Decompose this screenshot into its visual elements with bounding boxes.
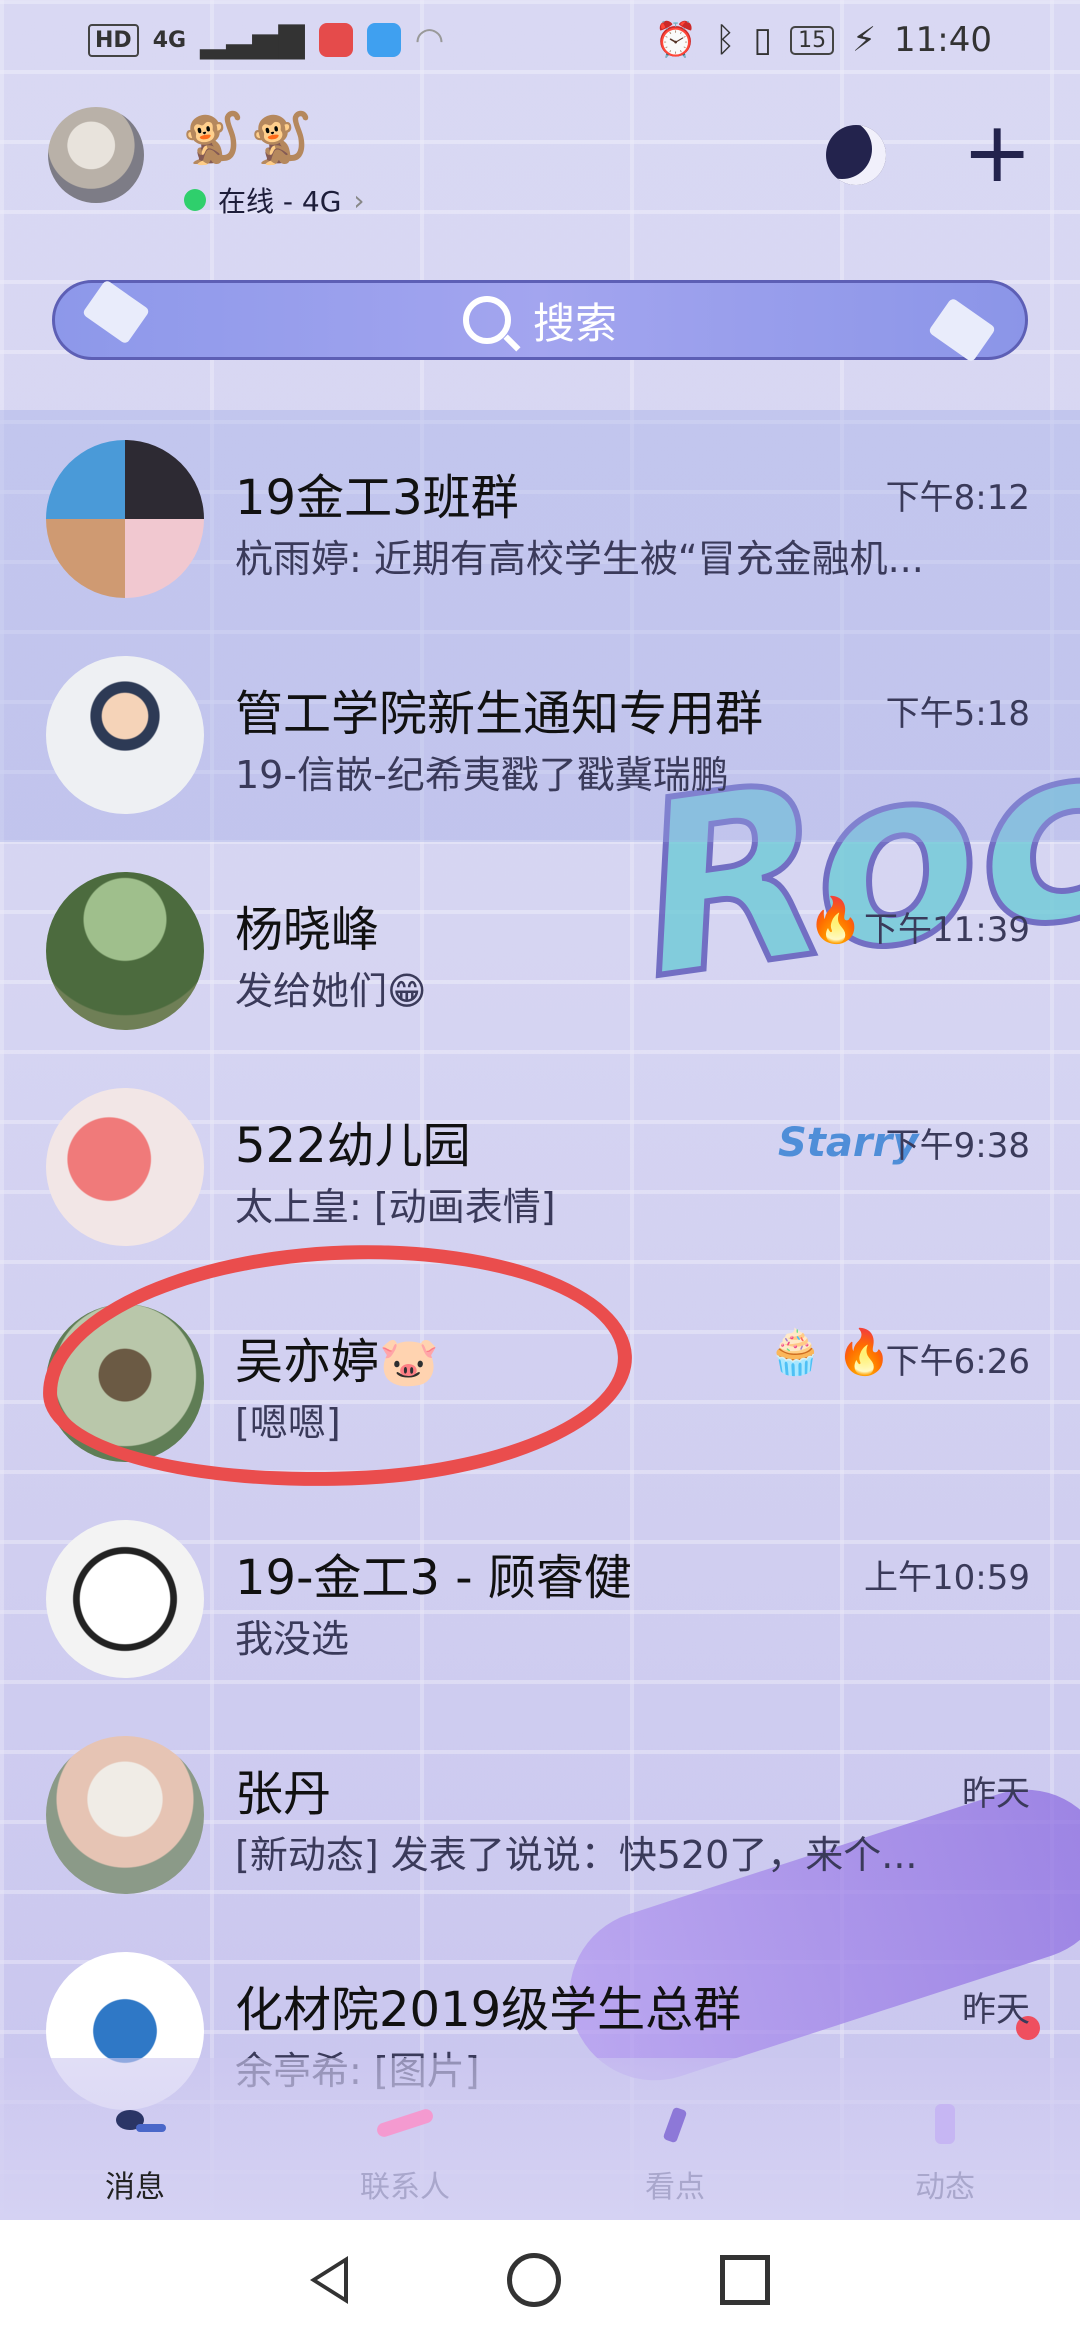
wifi-icon: ◠ xyxy=(414,20,445,60)
chat-time: 昨天 xyxy=(962,1774,1030,1814)
chat-time: 上午10:59 xyxy=(864,1558,1030,1598)
my-avatar[interactable] xyxy=(48,107,144,203)
vibrate-icon: ▯ xyxy=(753,20,773,60)
tab-messages[interactable]: 消息 xyxy=(0,2058,270,2220)
battery-icon: 15 xyxy=(790,25,835,55)
chat-name: 522幼儿园 xyxy=(235,1118,471,1174)
chat-preview: 我没选 xyxy=(235,1617,350,1661)
nickname[interactable]: 🐒🐒 xyxy=(182,109,319,168)
chat-avatar xyxy=(46,440,204,598)
chat-row[interactable]: 19-金工3 - 顾睿健 我没选 上午10:59 xyxy=(0,1490,1080,1706)
status-bar: HD 4G ▂▃▅▇ ◠ ⏰ ᛒ ▯ 15 ⚡ 11:40 xyxy=(0,0,1080,80)
chat-row[interactable]: 19金工3班群 杭雨婷: 近期有高校学生被“冒充金融机... 下午8:12 xyxy=(0,410,1080,626)
chat-avatar xyxy=(46,1736,204,1894)
chat-row[interactable]: 管工学院新生通知专用群 19-信嵌-纪希夷戳了戳冀瑞鹏 下午5:18 xyxy=(0,626,1080,842)
clock: 11:40 xyxy=(894,20,992,60)
streak-badges: 🧁 🔥 xyxy=(768,1327,892,1378)
chat-preview: [嗯嗯] xyxy=(235,1401,341,1445)
chat-preview: 发给她们😁 xyxy=(235,969,427,1013)
search-icon xyxy=(462,296,511,344)
chat-avatar xyxy=(46,872,204,1030)
chat-avatar xyxy=(46,1520,204,1678)
online-dot-icon xyxy=(184,189,206,211)
search-decoration-left xyxy=(81,279,151,345)
status-right: ⏰ ᛒ ▯ 15 ⚡ 11:40 xyxy=(655,20,992,60)
fire-icon: 🔥 xyxy=(808,895,863,946)
chat-avatar xyxy=(46,656,204,814)
night-mode-icon[interactable] xyxy=(826,125,886,185)
search-decoration-right xyxy=(927,297,997,363)
add-icon[interactable]: + xyxy=(962,110,1032,194)
online-status-text: 在线 - 4G xyxy=(218,185,342,218)
chat-row[interactable]: 杨晓峰 发给她们😁 🔥 下午11:39 xyxy=(0,842,1080,1058)
chat-time: 下午9:38 xyxy=(885,1126,1030,1166)
chat-row[interactable]: 吴亦婷🐷 [嗯嗯] 🧁 🔥 下午6:26 xyxy=(0,1274,1080,1490)
back-icon[interactable] xyxy=(309,2256,348,2304)
chat-list: 19金工3班群 杭雨婷: 近期有高校学生被“冒充金融机... 下午8:12 管工… xyxy=(0,410,1080,2138)
chat-time: 下午8:12 xyxy=(885,478,1030,518)
chat-row[interactable]: 张丹 [新动态] 发表了说说：快520了，来个... 昨天 xyxy=(0,1706,1080,1922)
tab-contacts[interactable]: 联系人 xyxy=(270,2058,540,2220)
recent-apps-icon[interactable] xyxy=(720,2255,771,2305)
tab-label: 动态 xyxy=(915,2170,975,2205)
bluetooth-icon: ᛒ xyxy=(715,20,736,60)
chat-name: 19-金工3 - 顾睿健 xyxy=(235,1550,632,1606)
chat-preview: 杭雨婷: 近期有高校学生被“冒充金融机... xyxy=(235,537,924,581)
hd-icon: HD xyxy=(88,23,139,57)
search-bar[interactable]: 搜索 xyxy=(52,279,1028,363)
chat-name: 杨晓峰 xyxy=(235,902,380,958)
chat-time: 下午6:26 xyxy=(885,1342,1030,1382)
bottom-tab-bar: 消息 联系人 看点 动态 xyxy=(0,2058,1080,2220)
chat-avatar xyxy=(46,1088,204,1246)
chat-avatar xyxy=(46,1304,204,1462)
alarm-icon: ⏰ xyxy=(654,20,698,60)
header: 🐒🐒 在线 - 4G › + xyxy=(0,95,1080,225)
signal-icon: ▂▃▅▇ xyxy=(200,20,305,60)
charging-icon: ⚡ xyxy=(852,20,877,60)
chat-row[interactable]: 522幼儿园 太上皇: [动画表情] Starry 下午9:38 xyxy=(0,1058,1080,1274)
chat-name: 张丹 xyxy=(235,1766,332,1822)
app-red-icon xyxy=(318,23,353,57)
tab-discover[interactable]: 看点 xyxy=(540,2058,810,2220)
online-status[interactable]: 在线 - 4G › xyxy=(184,180,365,220)
chat-name: 19金工3班群 xyxy=(235,470,519,526)
home-icon[interactable] xyxy=(506,2253,561,2307)
chat-time: 昨天 xyxy=(962,1990,1030,2030)
chat-name: 吴亦婷🐷 xyxy=(235,1334,439,1390)
tab-label: 联系人 xyxy=(360,2170,450,2205)
chat-name: 管工学院新生通知专用群 xyxy=(235,686,764,742)
chat-name: 化材院2019级学生总群 xyxy=(235,1982,742,2038)
app-blue-icon xyxy=(366,23,401,57)
spray-icon xyxy=(663,2107,687,2143)
skateboard-icon xyxy=(377,2109,433,2137)
network-type: 4G xyxy=(152,27,187,53)
tab-label: 看点 xyxy=(645,2170,705,2205)
messages-icon xyxy=(116,2110,166,2132)
chevron-right-icon: › xyxy=(353,183,365,217)
chat-preview: [新动态] 发表了说说：快520了，来个... xyxy=(235,1833,918,1877)
tab-label: 消息 xyxy=(105,2170,165,2205)
system-nav-bar xyxy=(0,2220,1080,2340)
status-left: HD 4G ▂▃▅▇ ◠ xyxy=(88,20,444,60)
chat-preview: 19-信嵌-纪希夷戳了戳冀瑞鹏 xyxy=(235,753,729,797)
tab-moments[interactable]: 动态 xyxy=(810,2058,1080,2220)
chat-preview: 太上皇: [动画表情] xyxy=(235,1185,556,1229)
chat-time: 下午5:18 xyxy=(885,694,1030,734)
can-icon xyxy=(935,2104,955,2144)
chat-time: 下午11:39 xyxy=(864,910,1030,950)
search-placeholder: 搜索 xyxy=(532,298,617,348)
